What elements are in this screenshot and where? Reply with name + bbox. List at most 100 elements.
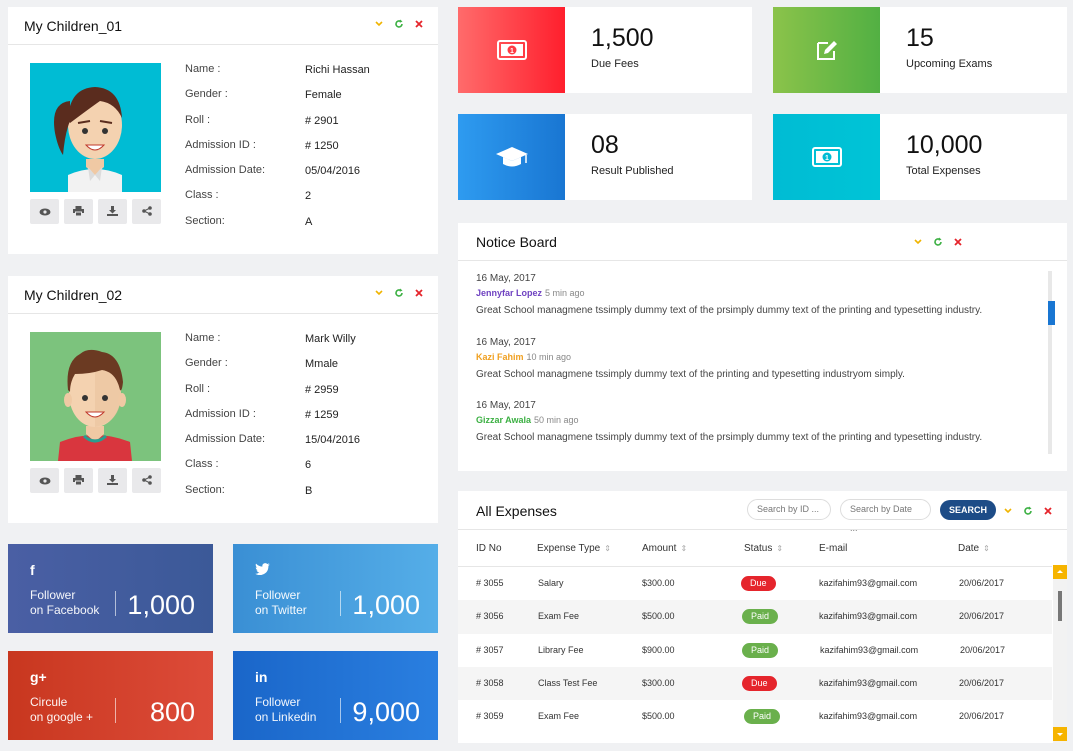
column-header[interactable]: Date ⇕ [958, 543, 990, 554]
value-class: 2 [305, 190, 312, 203]
card-header: My Children_02 [8, 276, 438, 314]
cell-amount: $900.00 [642, 644, 675, 655]
view-button[interactable] [30, 199, 59, 224]
stat-due-fees[interactable]: 1 1,500 Due Fees [458, 7, 752, 93]
notice-text: Great School managmene tssimply dummy te… [476, 305, 983, 316]
scroll-down-button[interactable] [1053, 727, 1067, 741]
search-id-input[interactable]: Search by ID ... [747, 499, 831, 520]
notice-list: 16 May, 2017 Jennyfar Lopez 5 min ago Gre… [476, 273, 1036, 464]
social-line1: Follower [255, 588, 301, 602]
download-button[interactable] [98, 199, 127, 224]
close-icon[interactable] [953, 237, 963, 247]
notice-time: 5 min ago [545, 288, 585, 298]
header-label: Date [958, 543, 980, 554]
facebook-tile[interactable]: f Follower on Facebook 1,000 [8, 544, 213, 633]
notice-item: 16 May, 2017 Kazi Fahim 10 min ago Great … [476, 337, 1036, 401]
print-button[interactable] [64, 199, 93, 224]
close-icon[interactable] [414, 288, 424, 298]
value-admission-date: 15/04/2016 [305, 434, 361, 447]
notice-time: 50 min ago [534, 415, 579, 425]
header-label: E-mail [819, 543, 848, 554]
info-values: Richi Hassan Female # 2901 # 1250 05/04/… [305, 62, 370, 239]
refresh-icon[interactable] [1023, 506, 1033, 516]
divider [340, 698, 341, 723]
column-header[interactable]: ID No [476, 543, 502, 554]
sort-icon: ⇕ [983, 544, 990, 553]
minimize-icon[interactable] [374, 19, 384, 29]
status-badge: Paid [742, 609, 779, 625]
label-name: Name : [185, 332, 221, 344]
notice-date: 16 May, 2017 [476, 400, 536, 411]
info-values: Mark Willy Mmale # 2959 # 1259 15/04/201… [305, 331, 360, 508]
refresh-icon[interactable] [394, 19, 404, 29]
sort-icon: ⇕ [680, 544, 688, 553]
sort-icon: ⇕ [604, 544, 611, 553]
cell-email: kazifahim93@gmail.com [819, 578, 918, 588]
column-header[interactable]: Status ⇕ [744, 543, 783, 554]
download-button[interactable] [98, 468, 127, 493]
status-badge: Due [741, 576, 776, 591]
google-plus-icon: g+ [30, 669, 47, 685]
label-class: Class : [185, 189, 219, 202]
card-title: Notice Board [476, 233, 557, 250]
close-icon[interactable] [1043, 506, 1053, 516]
notice-item: 16 May, 2017 Gizzar Awala 50 min ago Grea… [476, 400, 1036, 464]
expenses-scrollbar-thumb[interactable] [1058, 591, 1062, 621]
facebook-count: 1,000 [127, 590, 195, 620]
table-row[interactable]: # 3055 Salary $300.00 Due kazifahim93@gm… [458, 567, 1052, 600]
cell-id: # 3057 [476, 644, 504, 655]
refresh-icon[interactable] [394, 288, 404, 298]
view-button[interactable] [30, 468, 59, 493]
minimize-icon[interactable] [913, 237, 923, 247]
cell-amount: $300.00 [642, 578, 675, 588]
eye-icon [39, 472, 51, 490]
stat-total-expenses[interactable]: 1 10,000 Total Expenses [773, 114, 1067, 200]
notice-scrollbar-thumb[interactable] [1048, 301, 1055, 325]
search-button[interactable]: SEARCH [940, 500, 996, 520]
cell-date: 20/06/2017 [959, 611, 1005, 622]
minimize-icon[interactable] [1003, 506, 1013, 516]
search-date-input[interactable]: Search by Date ... [840, 499, 931, 533]
google-plus-count: 800 [149, 697, 195, 727]
share-button[interactable] [132, 199, 161, 224]
share-icon [141, 472, 152, 490]
table-row[interactable]: # 3059 Exam Fee $500.00 Paid kazifahim93… [458, 700, 1052, 733]
stat-value: 10,000 [906, 131, 983, 159]
printer-icon [73, 472, 84, 490]
share-button[interactable] [132, 468, 161, 493]
stat-upcoming-exams[interactable]: 15 Upcoming Exams [773, 7, 1067, 93]
status-badge: Due [742, 675, 777, 691]
value-roll: # 2901 [305, 114, 339, 127]
column-header[interactable]: E-mail [819, 543, 847, 554]
info-labels: Name : Gender : Roll : Admission ID : Ad… [185, 330, 265, 507]
print-button[interactable] [64, 468, 93, 493]
cell-type: Exam Fee [538, 711, 580, 722]
notice-author[interactable]: Jennyfar Lopez [476, 288, 542, 298]
value-section: A [305, 215, 313, 228]
table-row[interactable]: # 3056 Exam Fee $500.00 Paid kazifahim93… [458, 600, 1052, 634]
column-header[interactable]: Expense Type ⇕ [537, 543, 611, 554]
stat-result-published[interactable]: 08 Result Published [458, 114, 752, 200]
linkedin-icon: in [255, 669, 268, 685]
notice-author[interactable]: Gizzar Awala [476, 415, 531, 425]
google-plus-tile[interactable]: g+ Circule on google + 800 [8, 651, 213, 740]
notice-scrollbar-track[interactable] [1048, 271, 1052, 454]
column-header[interactable]: Amount ⇕ [642, 543, 687, 554]
notice-author[interactable]: Kazi Fahim [476, 352, 524, 362]
table-row[interactable]: # 3058 Class Test Fee $300.00 Due kazifa… [458, 666, 1052, 701]
refresh-icon[interactable] [933, 237, 943, 247]
download-icon [107, 472, 118, 490]
close-icon[interactable] [414, 19, 424, 29]
cell-date: 20/06/2017 [960, 644, 1006, 655]
table-row[interactable]: # 3057 Library Fee $900.00 Paid kazifahi… [458, 634, 1052, 667]
minimize-icon[interactable] [374, 288, 384, 298]
table-body: # 3055 Salary $300.00 Due kazifahim93@gm… [458, 567, 1052, 733]
value-gender: Mmale [305, 358, 339, 371]
label-roll: Roll : [185, 113, 211, 126]
label-name: Name : [185, 63, 221, 75]
scroll-up-button[interactable] [1053, 565, 1067, 579]
header-label: Status [744, 543, 773, 554]
twitter-tile[interactable]: Follower on Twitter 1,000 [233, 544, 438, 633]
linkedin-tile[interactable]: in Follower on Linkedin 9,000 [233, 651, 438, 740]
label-admission-id: Admission ID : [185, 407, 256, 420]
